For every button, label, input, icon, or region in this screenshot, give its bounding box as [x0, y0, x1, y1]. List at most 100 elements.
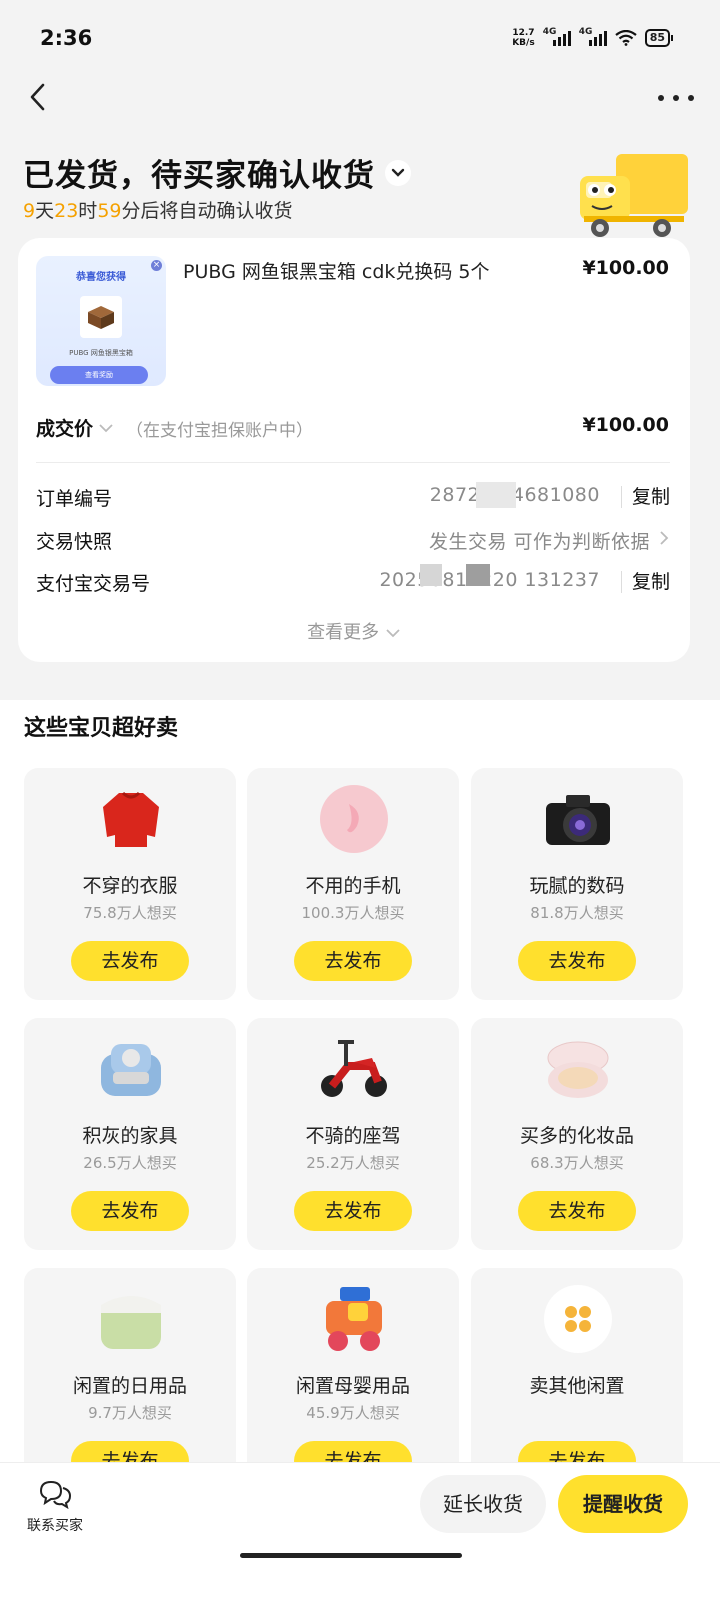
publish-button[interactable]: 去发布	[71, 1191, 189, 1231]
trade-snapshot-value: 发生交易 可作为判断依据	[428, 531, 650, 553]
countdown-hours: 23	[54, 200, 79, 222]
extend-receipt-button[interactable]: 延长收货	[420, 1475, 546, 1533]
signal-icon-2: 4G	[579, 27, 607, 46]
suggestions-title: 这些宝贝超好卖	[24, 716, 179, 741]
suggestion-want-count: 75.8万人想买	[83, 904, 177, 922]
thumbnail-caption: PUBG 网鱼银黑宝箱	[69, 349, 133, 357]
suggestion-card[interactable]: 玩腻的数码 81.8万人想买 去发布	[471, 768, 683, 1000]
suggestion-want-count: 25.2万人想买	[306, 1154, 400, 1172]
chevron-right-icon	[658, 527, 670, 554]
scooter-icon	[318, 1032, 390, 1106]
signal-label-2: 4G	[578, 26, 593, 37]
divider	[36, 462, 670, 463]
redaction-mask	[466, 564, 490, 586]
suggestion-name: 不骑的座驾	[305, 1125, 401, 1147]
status-icons: 12.7 KB/s 4G 4G 85	[512, 27, 674, 48]
signal-icon: 4G	[543, 27, 571, 46]
view-more-label: 查看更多	[307, 622, 380, 643]
remind-receipt-button[interactable]: 提醒收货	[558, 1475, 688, 1533]
view-more-button[interactable]: 查看更多	[18, 618, 690, 644]
toy-blocks-icon	[318, 1282, 390, 1356]
suggestion-name: 闲置的日用品	[72, 1375, 187, 1397]
chevron-left-icon	[30, 83, 45, 111]
countdown-suffix: 分后将自动确认收货	[121, 200, 293, 222]
suggestion-card[interactable]: 不骑的座驾 25.2万人想买 去发布	[247, 1018, 459, 1250]
item-thumbnail[interactable]: 恭喜您获得 × PUBG 网鱼银黑宝箱 查看奖励	[36, 256, 166, 386]
suggestion-card[interactable]: 不用的手机 100.3万人想买 去发布	[247, 768, 459, 1000]
dot-icon	[658, 95, 664, 101]
battery-icon: 85	[644, 29, 674, 47]
publish-button[interactable]: 去发布	[294, 941, 412, 981]
dot-icon	[673, 95, 679, 101]
suggestion-want-count: 9.7万人想买	[88, 1404, 172, 1422]
publish-button[interactable]: 去发布	[71, 941, 189, 981]
suggestion-want-count: 68.3万人想买	[530, 1154, 624, 1172]
delivery-truck-icon	[580, 154, 688, 237]
grid-dots-icon	[542, 1282, 614, 1356]
more-options-button[interactable]	[658, 88, 694, 108]
dot-icon	[688, 95, 694, 101]
order-status-title[interactable]: 已发货，待买家确认收货	[23, 150, 411, 195]
suggestion-name: 不用的手机	[305, 875, 401, 897]
net-speed-unit: KB/s	[512, 38, 535, 48]
countdown-hours-unit: 时	[78, 200, 98, 222]
chat-bubbles-icon	[39, 1480, 72, 1510]
redaction-mask	[476, 482, 516, 508]
close-icon: ×	[151, 260, 162, 271]
suggestion-name: 卖其他闲置	[529, 1375, 625, 1397]
trade-snapshot-label: 交易快照	[36, 531, 113, 553]
publish-button[interactable]: 去发布	[518, 1191, 636, 1231]
home-indicator	[240, 1553, 462, 1558]
suggestion-want-count: 100.3万人想买	[301, 904, 405, 922]
auto-confirm-countdown: 9天23时59分后将自动确认收货	[23, 196, 293, 223]
deal-price: ¥100.00	[582, 414, 669, 436]
suggestion-name: 积灰的家具	[82, 1125, 178, 1147]
item-title[interactable]: PUBG 网鱼银黑宝箱 cdk兑换码 5个	[183, 257, 490, 284]
alipay-trade-number-row: 支付宝交易号 20250811220 131237 复制	[36, 569, 670, 599]
thumbnail-button: 查看奖励	[50, 366, 148, 384]
net-speed-value: 12.7	[512, 28, 535, 38]
order-number-row: 订单编号 287272 4681080 复制	[36, 484, 670, 514]
copy-alipay-trade-number-button[interactable]: 复制	[620, 571, 670, 593]
sofa-icon	[95, 1032, 167, 1106]
copy-order-number-button[interactable]: 复制	[620, 486, 670, 508]
contact-buyer-button[interactable]: 联系买家	[20, 1479, 90, 1535]
back-button[interactable]	[24, 80, 54, 116]
sweater-icon	[95, 782, 167, 856]
countdown-minutes: 59	[97, 200, 122, 222]
wifi-icon	[615, 30, 637, 46]
suggestion-want-count: 81.8万人想买	[530, 904, 624, 922]
status-title-text: 已发货，待买家确认收货	[23, 158, 375, 194]
suggestion-name: 闲置母婴用品	[295, 1375, 410, 1397]
bottom-action-bar: 联系买家 延长收货 提醒收货	[0, 1462, 720, 1600]
publish-button[interactable]: 去发布	[518, 941, 636, 981]
treasure-box-icon	[80, 296, 122, 338]
storage-box-icon	[95, 1282, 167, 1356]
publish-button[interactable]: 去发布	[294, 1191, 412, 1231]
countdown-days: 9	[23, 200, 36, 222]
chevron-down-icon[interactable]	[385, 159, 411, 186]
suggestion-want-count: 45.9万人想买	[306, 1404, 400, 1422]
suggestion-name: 不穿的衣服	[82, 875, 178, 897]
chevron-down-icon	[386, 629, 400, 638]
signal-label: 4G	[542, 26, 557, 37]
cushion-compact-icon	[542, 1032, 614, 1106]
trade-snapshot-row[interactable]: 交易快照 发生交易 可作为判断依据	[36, 527, 670, 557]
suggestion-want-count: 26.5万人想买	[83, 1154, 177, 1172]
order-card: 恭喜您获得 × PUBG 网鱼银黑宝箱 查看奖励 PUBG 网鱼银黑宝箱 cdk…	[18, 238, 690, 662]
alipay-trade-number-label: 支付宝交易号	[36, 573, 151, 595]
deal-price-label[interactable]: 成交价	[36, 414, 115, 441]
suggestion-card[interactable]: 买多的化妆品 68.3万人想买 去发布	[471, 1018, 683, 1250]
suggestion-name: 买多的化妆品	[519, 1125, 634, 1147]
net-speed: 12.7 KB/s	[512, 28, 534, 48]
order-number-label: 订单编号	[36, 488, 113, 510]
suggestion-card[interactable]: 不穿的衣服 75.8万人想买 去发布	[24, 768, 236, 1000]
status-bar: 2:36 12.7 KB/s 4G 4G 85	[0, 0, 720, 80]
phone-icon	[318, 782, 390, 856]
deal-label-text: 成交价	[36, 418, 94, 440]
status-time: 2:36	[40, 26, 93, 50]
contact-buyer-label: 联系买家	[27, 1518, 83, 1534]
suggestion-card[interactable]: 积灰的家具 26.5万人想买 去发布	[24, 1018, 236, 1250]
deal-note: （在支付宝担保账户中）	[126, 421, 313, 441]
countdown-days-unit: 天	[35, 200, 55, 222]
